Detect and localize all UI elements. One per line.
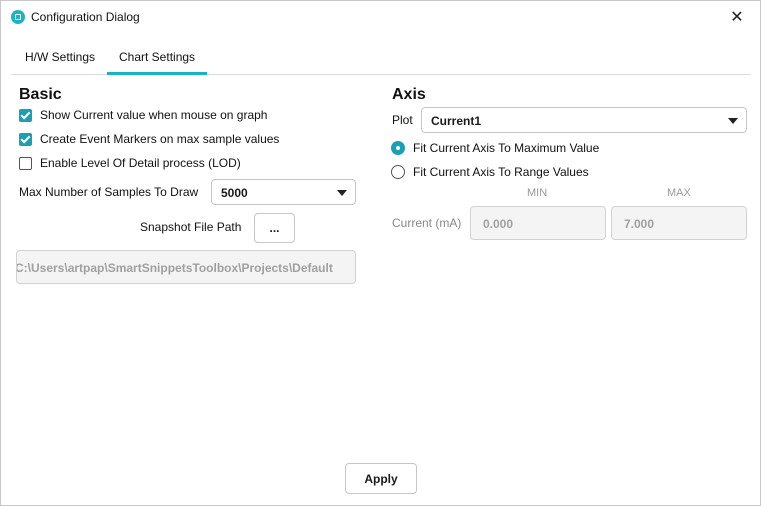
axis-section-title: Axis <box>392 86 426 103</box>
chevron-down-icon <box>337 190 347 196</box>
chevron-down-icon <box>728 118 738 124</box>
tab-bar: H/W Settings Chart Settings <box>11 43 751 75</box>
current-max-field[interactable]: 7.000 <box>611 206 747 240</box>
tab-chart-settings[interactable]: Chart Settings <box>107 43 208 75</box>
title-bar: Configuration Dialog ✕ <box>1 1 760 33</box>
plot-value: Current1 <box>431 114 482 128</box>
radio-label: Fit Current Axis To Maximum Value <box>413 141 600 155</box>
checkbox-label: Enable Level Of Detail process (LOD) <box>40 156 241 170</box>
plot-select[interactable]: Current1 <box>421 107 747 133</box>
fit-range-values-radio[interactable]: Fit Current Axis To Range Values <box>391 164 589 180</box>
current-range-label: Current (mA) <box>392 216 462 230</box>
current-max-value: 7.000 <box>624 217 655 231</box>
window-title: Configuration Dialog <box>31 10 140 24</box>
radio-unselected-icon[interactable] <box>391 165 405 179</box>
app-icon <box>11 10 25 24</box>
max-samples-select[interactable]: 5000 <box>211 179 356 205</box>
checkbox-checked-icon[interactable] <box>19 132 32 146</box>
fit-max-value-radio[interactable]: Fit Current Axis To Maximum Value <box>391 140 599 156</box>
current-min-field[interactable]: 0.000 <box>470 206 606 240</box>
configuration-dialog: Configuration Dialog ✕ H/W Settings Char… <box>0 0 761 506</box>
snapshot-path-label: Snapshot File Path <box>140 220 242 234</box>
radio-selected-icon[interactable] <box>391 141 405 155</box>
checkbox-checked-icon[interactable] <box>19 108 32 122</box>
checkbox-unchecked-icon[interactable] <box>19 156 32 170</box>
plot-label: Plot <box>392 113 413 127</box>
close-button[interactable]: ✕ <box>714 1 760 33</box>
create-event-markers-checkbox[interactable]: Create Event Markers on max sample value… <box>19 131 279 147</box>
checkbox-label: Create Event Markers on max sample value… <box>40 132 280 146</box>
snapshot-path-field[interactable]: C:\Users\artpap\SmartSnippetsToolbox\Pro… <box>16 250 356 284</box>
max-samples-value: 5000 <box>221 186 248 200</box>
browse-snapshot-button[interactable]: ... <box>254 213 295 243</box>
snapshot-path-value: C:\Users\artpap\SmartSnippetsToolbox\Pro… <box>16 261 333 275</box>
max-samples-label: Max Number of Samples To Draw <box>19 185 199 199</box>
enable-lod-checkbox[interactable]: Enable Level Of Detail process (LOD) <box>19 155 241 171</box>
tab-hw-settings[interactable]: H/W Settings <box>13 43 107 74</box>
min-column-header: MIN <box>527 187 548 199</box>
current-min-value: 0.000 <box>483 217 514 231</box>
show-current-value-checkbox[interactable]: Show Current value when mouse on graph <box>19 107 267 123</box>
checkbox-label: Show Current value when mouse on graph <box>40 108 268 122</box>
apply-button[interactable]: Apply <box>345 463 417 494</box>
radio-label: Fit Current Axis To Range Values <box>413 165 589 179</box>
max-column-header: MAX <box>667 187 691 199</box>
basic-section-title: Basic <box>19 86 62 103</box>
